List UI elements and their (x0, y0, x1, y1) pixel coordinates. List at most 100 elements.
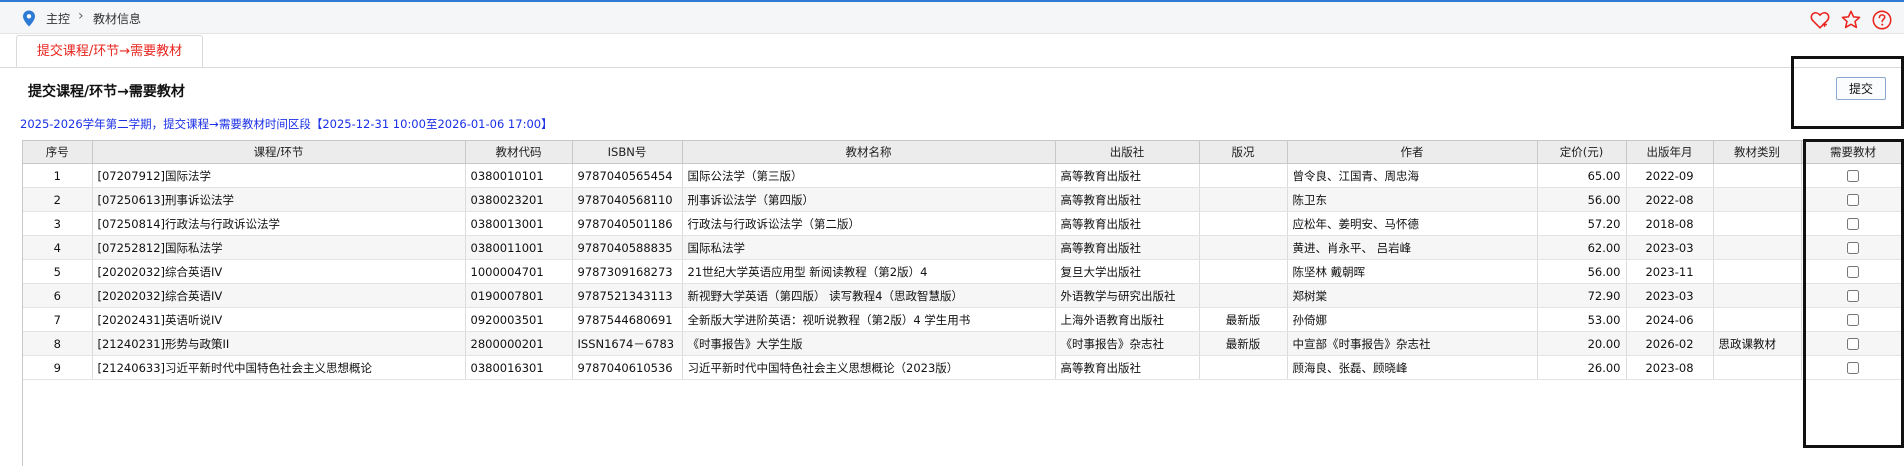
need-textbook-cell (1801, 331, 1904, 356)
col-header-price: 定价(元) (1537, 141, 1627, 164)
price-cell: 57.20 (1537, 211, 1627, 236)
publish-date-cell: 2023-08 (1626, 355, 1714, 380)
textbook-name-cell: 国际公法学（第三版） (682, 163, 1056, 188)
table-row: 3 [07250814]行政法与行政诉讼法学 0380013001 978704050… (23, 211, 1904, 236)
course-cell: [21240633]习近平新时代中国特色社会主义思想概论 (92, 355, 466, 380)
publisher-cell: 高等教育出版社 (1055, 355, 1200, 380)
need-textbook-cell (1801, 259, 1904, 284)
textbook-name-cell: 刑事诉讼法学（第四版） (682, 187, 1056, 212)
table-row: 7 [20202431]英语听说IV 0920003501 9787544680691… (23, 307, 1904, 332)
course-cell: [20202032]综合英语IV (92, 283, 466, 308)
need-textbook-checkbox[interactable] (1847, 194, 1859, 206)
isbn-cell: 9787521343113 (572, 283, 683, 308)
need-textbook-checkbox[interactable] (1847, 314, 1859, 326)
textbook-name-cell: 行政法与行政诉讼法学（第二版） (682, 211, 1056, 236)
col-header-course: 课程/环节 (92, 141, 466, 164)
textbook-name-cell: 新视野大学英语（第四版） 读写教程4（思政智慧版） (682, 283, 1056, 308)
tab-divider (0, 67, 1904, 68)
table-row: 5 [20202032]综合英语IV 1000004701 9787309168273… (23, 259, 1904, 284)
favorite-heart-icon[interactable] (1809, 9, 1831, 31)
col-header-category: 教材类别 (1713, 141, 1802, 164)
help-icon[interactable] (1871, 9, 1893, 31)
col-header-author: 作者 (1287, 141, 1538, 164)
edition-cell: 最新版 (1199, 307, 1288, 332)
table-row: 2 [07250613]刑事诉讼法学 0380023201 9787040568110… (23, 187, 1904, 212)
col-header-textbook-code: 教材代码 (465, 141, 573, 164)
submission-period-text: 2025-2026学年第二学期，提交课程→需要教材时间区段【2025-12-31… (20, 117, 553, 131)
need-textbook-checkbox[interactable] (1847, 170, 1859, 182)
publisher-cell: 高等教育出版社 (1055, 187, 1200, 212)
textbook-name-cell: 21世纪大学英语应用型 新阅读教程（第2版）4 (682, 259, 1056, 284)
location-pin-icon (23, 10, 35, 27)
col-header-isbn: ISBN号 (572, 141, 683, 164)
edition-cell (1199, 211, 1288, 236)
need-textbook-cell (1801, 211, 1904, 236)
publish-date-cell: 2022-09 (1626, 163, 1714, 188)
need-textbook-checkbox[interactable] (1847, 242, 1859, 254)
need-textbook-cell (1801, 307, 1904, 332)
chevron-right-icon: › (78, 8, 84, 24)
row-index: 2 (23, 187, 93, 212)
textbook-code-cell: 1000004701 (465, 259, 573, 284)
price-cell: 20.00 (1537, 331, 1627, 356)
isbn-cell: 9787040610536 (572, 355, 683, 380)
publisher-cell: 《时事报告》杂志社 (1055, 331, 1200, 356)
textbook-code-cell: 2800000201 (465, 331, 573, 356)
section-title: 提交课程/环节→需要教材 (28, 84, 185, 100)
course-cell: [07207912]国际法学 (92, 163, 466, 188)
isbn-cell: 9787544680691 (572, 307, 683, 332)
author-cell: 中宣部《时事报告》杂志社 (1287, 331, 1538, 356)
need-textbook-checkbox[interactable] (1847, 362, 1859, 374)
publish-date-cell: 2018-08 (1626, 211, 1714, 236)
publish-date-cell: 2022-08 (1626, 187, 1714, 212)
category-cell (1713, 235, 1802, 260)
breadcrumb-home[interactable]: 主控 (46, 10, 70, 27)
category-cell (1713, 355, 1802, 380)
col-header-publish-date: 出版年月 (1626, 141, 1714, 164)
textbook-name-cell: 国际私法学 (682, 235, 1056, 260)
row-index: 1 (23, 163, 93, 188)
author-cell: 曾令良、江国青、周忠海 (1287, 163, 1538, 188)
row-index: 3 (23, 211, 93, 236)
textbook-code-cell: 0380013001 (465, 211, 573, 236)
publisher-cell: 复旦大学出版社 (1055, 259, 1200, 284)
isbn-cell: 9787040565454 (572, 163, 683, 188)
edition-cell (1199, 355, 1288, 380)
textbook-code-cell: 0190007801 (465, 283, 573, 308)
textbook-table: 序号 课程/环节 教材代码 ISBN号 教材名称 出版社 版况 作者 定价(元)… (22, 140, 1904, 466)
edition-cell (1199, 259, 1288, 284)
textbook-code-cell: 0380016301 (465, 355, 573, 380)
publish-date-cell: 2026-02 (1626, 331, 1714, 356)
category-cell (1713, 187, 1802, 212)
star-icon[interactable] (1840, 9, 1862, 31)
col-header-textbook-name: 教材名称 (682, 141, 1056, 164)
edition-cell (1199, 187, 1288, 212)
textbook-code-cell: 0380011001 (465, 235, 573, 260)
author-cell: 孙倚娜 (1287, 307, 1538, 332)
price-cell: 62.00 (1537, 235, 1627, 260)
need-textbook-checkbox[interactable] (1847, 290, 1859, 302)
price-cell: 72.90 (1537, 283, 1627, 308)
textbook-name-cell: 《时事报告》大学生版 (682, 331, 1056, 356)
need-textbook-checkbox[interactable] (1847, 266, 1859, 278)
need-textbook-checkbox[interactable] (1847, 218, 1859, 230)
textbook-name-cell: 习近平新时代中国特色社会主义思想概论（2023版） (682, 355, 1056, 380)
submit-button[interactable]: 提交 (1836, 77, 1886, 100)
price-cell: 65.00 (1537, 163, 1627, 188)
col-header-index: 序号 (23, 141, 93, 164)
need-textbook-cell (1801, 187, 1904, 212)
table-row: 1 [07207912]国际法学 0380010101 9787040565454 国际… (23, 163, 1904, 188)
category-cell (1713, 259, 1802, 284)
publish-date-cell: 2024-06 (1626, 307, 1714, 332)
need-textbook-checkbox[interactable] (1847, 338, 1859, 350)
price-cell: 56.00 (1537, 187, 1627, 212)
col-header-need-textbook: 需要教材 (1801, 141, 1904, 164)
textbook-code-cell: 0920003501 (465, 307, 573, 332)
row-index: 8 (23, 331, 93, 356)
tab-submit-course-textbook[interactable]: 提交课程/环节→需要教材 (16, 35, 203, 67)
header-bar: 主控 › 教材信息 (0, 2, 1904, 34)
course-cell: [20202032]综合英语IV (92, 259, 466, 284)
price-cell: 56.00 (1537, 259, 1627, 284)
table-row: 6 [20202032]综合英语IV 0190007801 9787521343113… (23, 283, 1904, 308)
need-textbook-cell (1801, 355, 1904, 380)
